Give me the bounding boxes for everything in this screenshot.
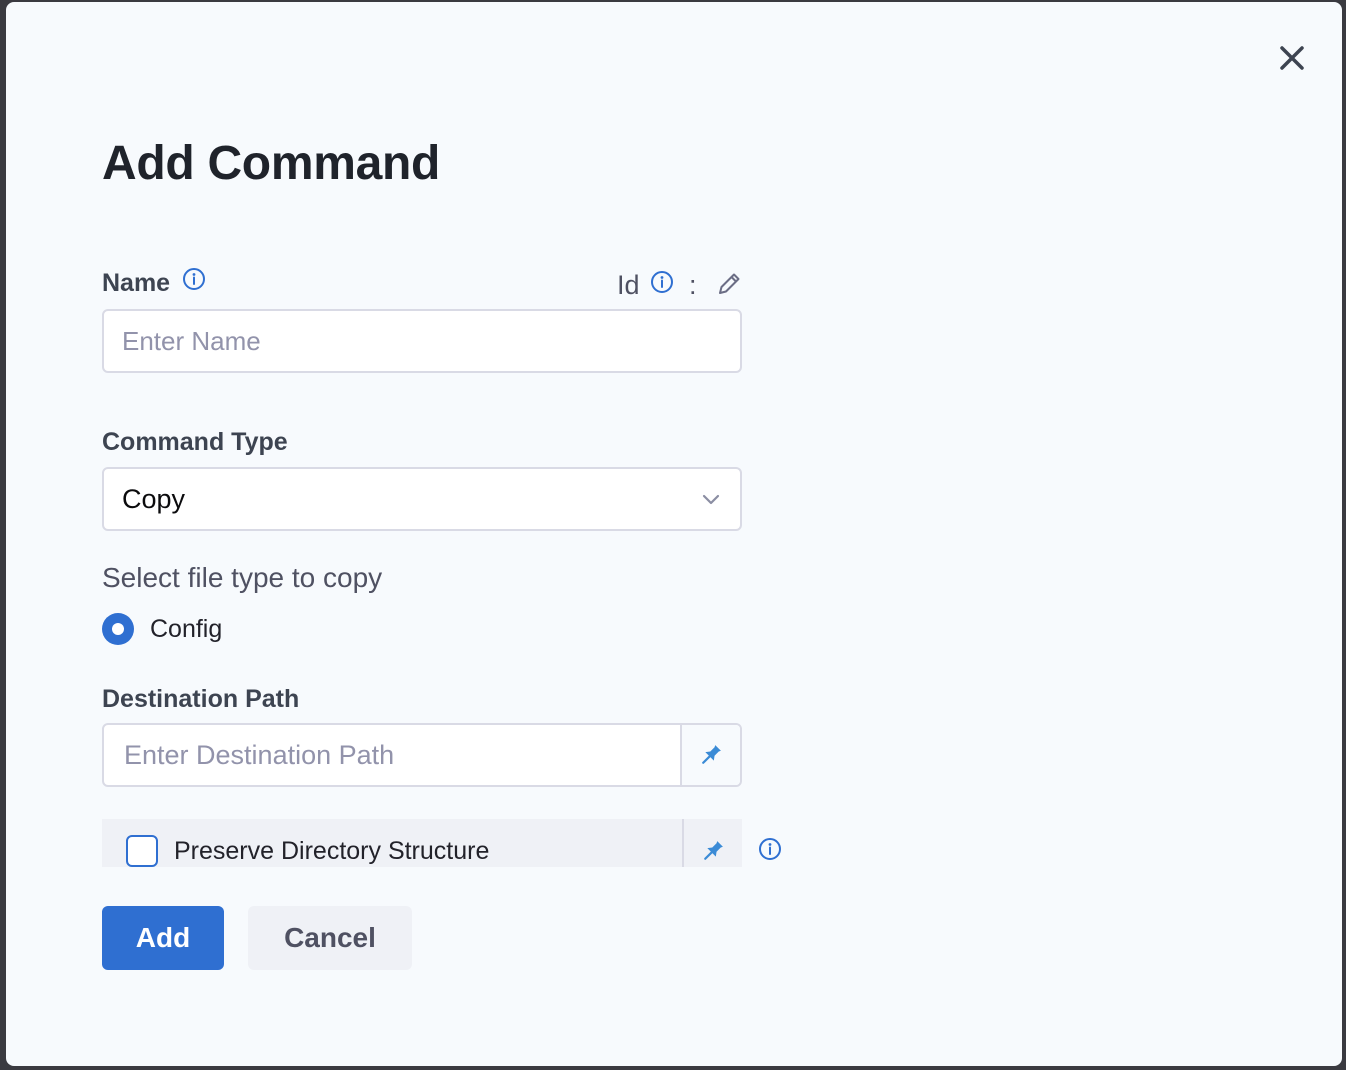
preserve-directory-label: Preserve Directory Structure [174, 836, 490, 865]
command-type-value: Copy [122, 483, 186, 514]
destination-pin-button[interactable] [680, 725, 740, 785]
add-command-dialog: Add Command Name Id : Command Type Copy … [6, 2, 1342, 1066]
preserve-directory-checkbox[interactable] [126, 835, 158, 867]
close-icon [1280, 46, 1304, 70]
command-type-label: Command Type [102, 428, 288, 456]
id-info-icon[interactable] [650, 270, 674, 294]
radio-button[interactable] [102, 613, 134, 645]
radio-config[interactable]: Config [102, 613, 222, 645]
id-separator: : [689, 270, 697, 300]
add-button[interactable]: Add [102, 906, 224, 970]
file-type-label: Select file type to copy [102, 562, 383, 593]
close-button[interactable] [1276, 42, 1308, 74]
cancel-button[interactable]: Cancel [248, 906, 412, 970]
destination-path-field [102, 723, 742, 787]
pin-icon [702, 745, 721, 764]
destination-path-label: Destination Path [102, 685, 300, 713]
name-input[interactable] [102, 309, 742, 373]
destination-path-input[interactable] [104, 725, 680, 785]
name-info-icon[interactable] [182, 267, 206, 291]
preserve-directory-row: Preserve Directory Structure [102, 819, 742, 867]
chevron-down-icon [702, 494, 720, 505]
preserve-pin-button[interactable] [682, 819, 742, 867]
command-type-select[interactable]: Copy [102, 467, 742, 531]
edit-pencil-icon[interactable] [715, 270, 743, 298]
name-label: Name [102, 269, 171, 297]
id-label: Id [617, 270, 640, 300]
pin-icon [704, 841, 723, 860]
preserve-directory-checkbox-wrap[interactable]: Preserve Directory Structure [102, 819, 682, 867]
radio-config-label: Config [150, 614, 223, 643]
preserve-info-icon[interactable] [758, 837, 782, 861]
dialog-title: Add Command [102, 137, 441, 190]
